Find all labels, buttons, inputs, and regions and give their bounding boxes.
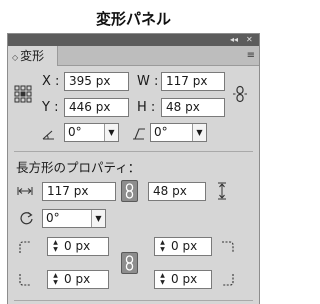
corner-link-button[interactable] [121,252,138,274]
panel-caption: 変形パネル [95,10,171,28]
shear-angle-value: 0° [154,125,168,139]
tab-label: 変形 [20,49,45,63]
tab-transform[interactable]: ◇ 変形 [8,46,58,66]
shear-angle-combo[interactable]: 0° ▼ [150,123,207,142]
y-label: Y : [42,100,59,115]
bottom-divider [14,300,253,301]
rotate-icon [20,212,33,225]
stepper-arrows-icon[interactable]: ▲ ▼ [50,239,61,253]
collapse-icon[interactable]: ◂◂ [230,34,238,46]
rect-size-link-button[interactable] [121,180,138,202]
corner-top-left-input[interactable]: ▲ ▼ 0 px [47,237,109,256]
rotate-angle-combo[interactable]: 0° ▼ [64,123,119,142]
corner-bottom-left-value: 0 px [64,272,91,286]
corner-bottom-left-icon[interactable] [18,273,32,287]
stepper-arrows-icon[interactable]: ▲ ▼ [157,272,168,286]
chain-link-icon [125,255,134,271]
corner-bottom-right-icon[interactable] [221,273,235,287]
shear-angle-icon [133,128,145,140]
w-label: W : [137,74,159,89]
y-input[interactable]: 446 px [64,98,129,117]
chevron-down-icon[interactable]: ▼ [91,210,105,227]
rect-width-icon [17,187,33,195]
rotate-angle-value: 0° [68,125,82,139]
corner-top-left-icon[interactable] [18,240,32,254]
rect-height-input[interactable]: 48 px [148,182,206,201]
x-input[interactable]: 395 px [64,72,129,91]
panel-menu-icon[interactable]: ≡ [247,50,255,62]
corner-top-right-input[interactable]: ▲ ▼ 0 px [154,237,212,256]
corner-top-right-icon[interactable] [221,240,235,254]
rect-props-heading: 長方形のプロパティ： [16,160,141,175]
close-icon[interactable]: ✕ [246,34,253,46]
transform-panel: ◂◂ ✕ ◇ 変形 ≡ X : 395 px W : 117 px Y : 446… [7,33,260,304]
height-input[interactable]: 48 px [161,98,225,117]
rect-width-input[interactable]: 117 px [42,182,116,201]
tab-row: ◇ 変形 ≡ [8,46,259,66]
corner-top-left-value: 0 px [64,239,91,253]
corner-bottom-right-value: 0 px [171,272,198,286]
corner-bottom-right-input[interactable]: ▲ ▼ 0 px [154,270,212,289]
x-label: X : [42,74,60,89]
corner-bottom-left-input[interactable]: ▲ ▼ 0 px [47,270,109,289]
chevron-down-icon[interactable]: ▼ [104,124,118,141]
section-divider [14,151,253,152]
stepper-arrows-icon[interactable]: ▲ ▼ [157,239,168,253]
chevron-down-icon[interactable]: ▼ [192,124,206,141]
rect-rotation-value: 0° [46,211,60,225]
width-input[interactable]: 117 px [161,72,225,91]
reference-point-grid-icon[interactable] [14,85,32,103]
constrain-link-icon[interactable] [232,85,248,103]
rect-rotation-combo[interactable]: 0° ▼ [42,209,106,228]
rotate-angle-icon [42,130,54,140]
tab-toggle-icon[interactable]: ◇ [12,53,18,62]
rect-height-icon [218,182,226,200]
corner-top-right-value: 0 px [171,239,198,253]
h-label: H : [137,100,156,115]
panel-titlebar: ◂◂ ✕ [8,34,259,46]
chain-link-icon [125,183,134,199]
stepper-arrows-icon[interactable]: ▲ ▼ [50,272,61,286]
